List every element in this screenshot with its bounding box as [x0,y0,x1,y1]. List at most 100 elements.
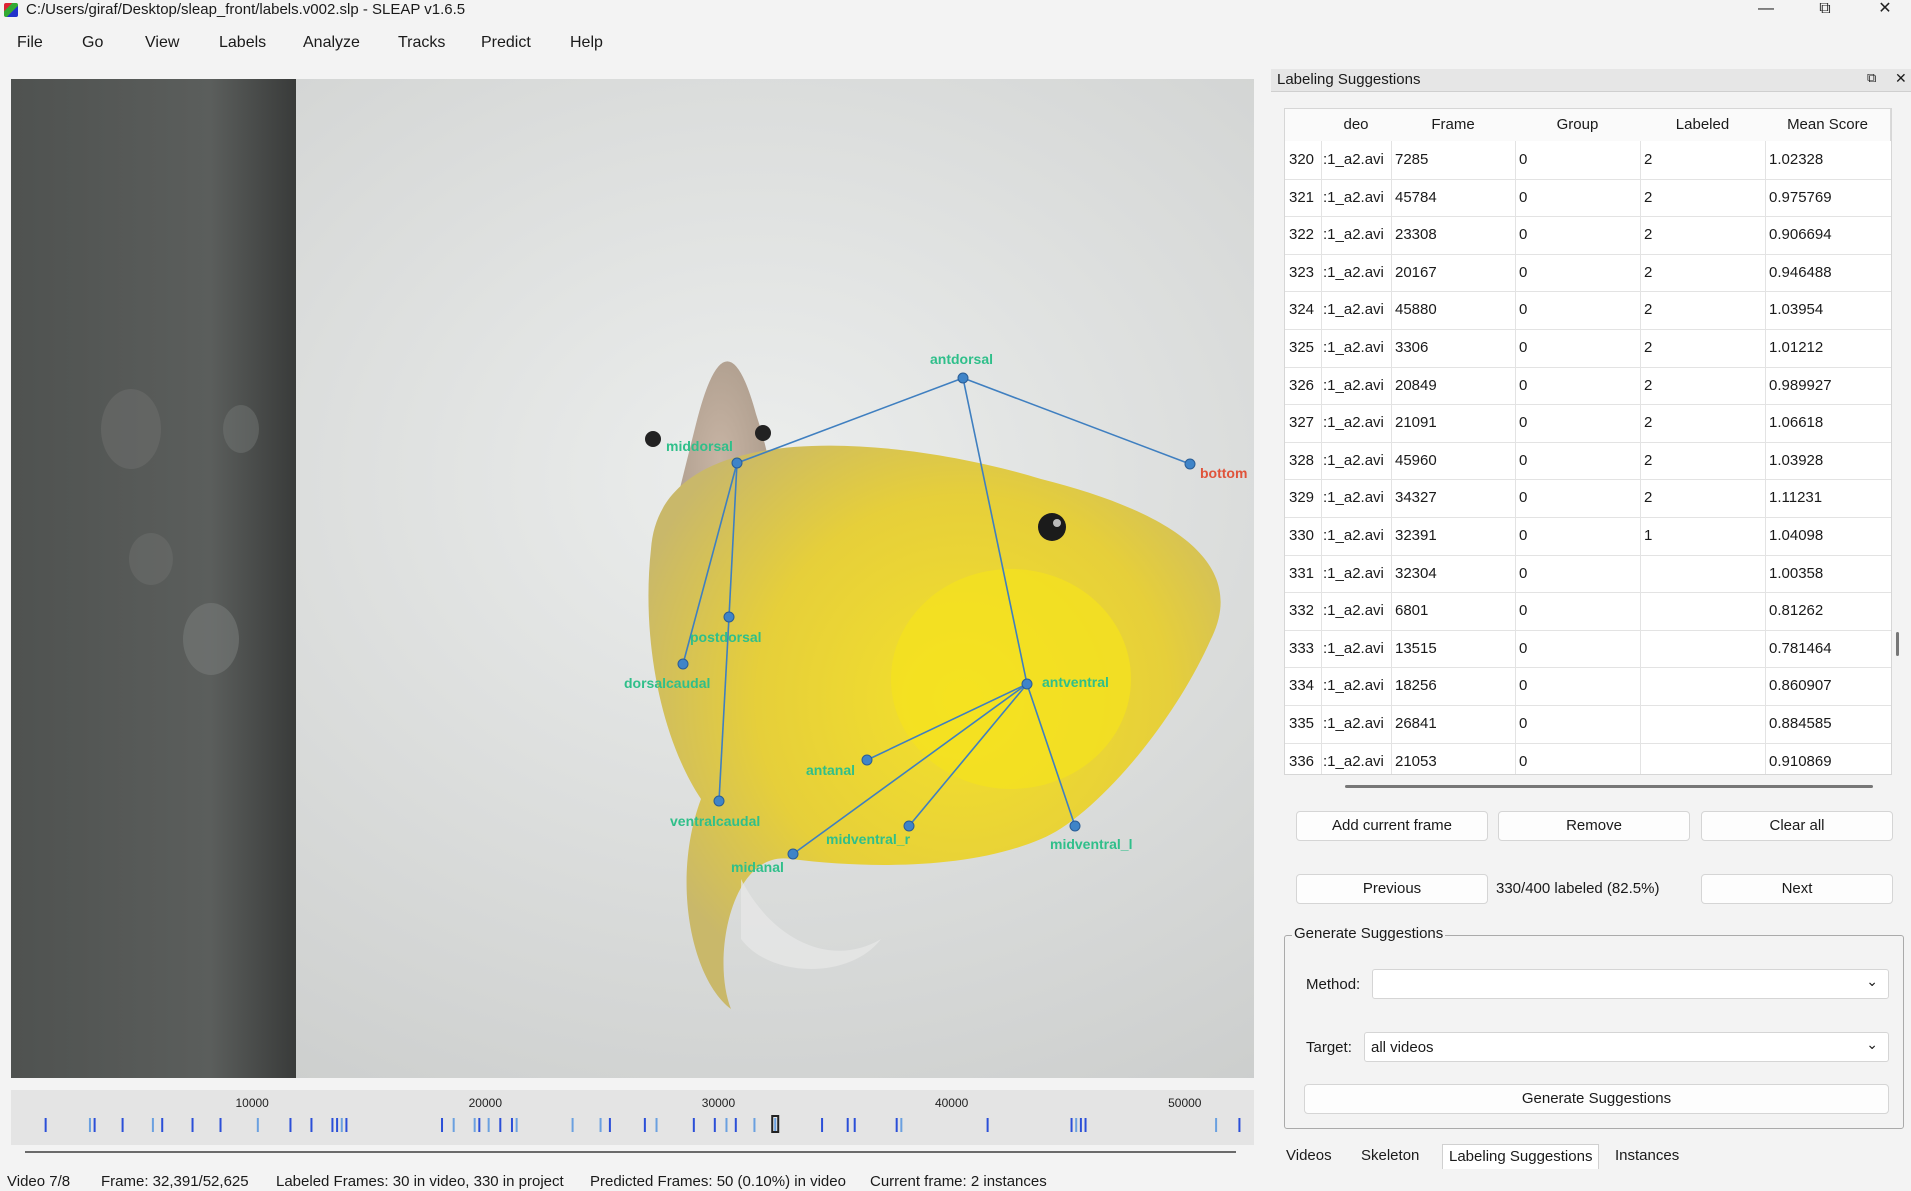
table-horizontal-scrollbar[interactable] [1345,785,1873,788]
generate-suggestions-button[interactable]: Generate Suggestions [1304,1084,1889,1114]
clear-all-button[interactable]: Clear all [1701,811,1893,841]
menu-predict[interactable]: Predict [481,34,531,52]
column-header-frame[interactable]: Frame [1391,109,1516,141]
table-row[interactable]: 331:1_a2.avi 32304 0 1.00358 [1285,554,1891,594]
table-row[interactable]: 336:1_a2.avi 21053 0 0.910869 [1285,742,1891,774]
skeleton-node-bottom[interactable] [1184,458,1196,470]
table-row[interactable]: 332:1_a2.avi 6801 0 0.81262 [1285,592,1891,631]
timeline-frame-mark[interactable] [88,1118,91,1132]
column-header-mean-score[interactable]: Mean Score [1765,109,1891,141]
suggestions-table[interactable]: deo Frame Group Labeled Mean Score 320:1… [1284,108,1892,775]
table-row[interactable]: 330:1_a2.avi 32391 0 1 1.04098 [1285,517,1891,556]
skeleton-node-midventral_r[interactable] [903,820,915,832]
timeline-frame-mark[interactable] [853,1118,856,1132]
timeline-frame-mark[interactable] [499,1118,502,1132]
table-row[interactable]: 335:1_a2.avi 26841 0 0.884585 [1285,705,1891,744]
menu-tracks[interactable]: Tracks [398,34,445,52]
maximize-icon[interactable]: ⧉ [1802,0,1848,20]
float-icon[interactable]: ⧉ [1867,70,1876,86]
menu-file[interactable]: File [17,34,43,52]
menu-help[interactable]: Help [570,34,603,52]
tab-videos[interactable]: Videos [1280,1144,1338,1168]
table-row[interactable]: 333:1_a2.avi 13515 0 0.781464 [1285,629,1891,669]
timeline-frame-mark[interactable] [161,1118,164,1132]
timeline-frame-mark[interactable] [289,1118,292,1132]
skeleton-node-middorsal[interactable] [731,457,743,469]
skeleton-node-midventral_l[interactable] [1069,820,1081,832]
timeline[interactable]: 10000 20000 30000 40000 50000 [11,1090,1254,1145]
timeline-frame-mark[interactable] [121,1118,124,1132]
timeline-frame-mark[interactable] [599,1118,602,1132]
table-row[interactable]: 334:1_a2.avi 18256 0 0.860907 [1285,667,1891,706]
timeline-frame-mark[interactable] [734,1118,737,1132]
timeline-frame-mark[interactable] [1215,1118,1218,1132]
skeleton-node-midanal[interactable] [787,848,799,860]
timeline-frame-mark[interactable] [821,1118,824,1132]
timeline-frame-mark[interactable] [846,1118,849,1132]
timeline-frame-mark[interactable] [191,1118,194,1132]
dock-close-icon[interactable]: ✕ [1895,70,1907,87]
column-header-video[interactable]: deo [1321,109,1392,141]
timeline-frame-mark[interactable] [1070,1118,1073,1132]
timeline-frame-mark[interactable] [256,1118,259,1132]
timeline-frame-mark[interactable] [1084,1118,1087,1132]
skeleton-node-ventralcaudal[interactable] [713,795,725,807]
timeline-frame-mark[interactable] [774,1118,777,1132]
timeline-frame-mark[interactable] [692,1118,695,1132]
remove-button[interactable]: Remove [1498,811,1690,841]
timeline-frame-mark[interactable] [1079,1118,1082,1132]
timeline-frame-mark[interactable] [345,1118,348,1132]
timeline-frame-mark[interactable] [336,1118,339,1132]
tab-skeleton[interactable]: Skeleton [1355,1144,1425,1168]
skeleton-node-postdorsal[interactable] [723,611,735,623]
timeline-frame-mark[interactable] [515,1118,518,1132]
table-row[interactable]: 328:1_a2.avi 45960 0 2 1.03928 [1285,441,1891,481]
timeline-frame-mark[interactable] [310,1118,313,1132]
timeline-frame-mark[interactable] [713,1118,716,1132]
minimize-icon[interactable]: — [1743,0,1789,20]
timeline-frame-mark[interactable] [93,1118,96,1132]
table-vertical-scrollbar[interactable] [1896,632,1899,656]
timeline-frame-mark[interactable] [895,1118,898,1132]
timeline-frame-mark[interactable] [753,1118,756,1132]
menu-go[interactable]: Go [82,34,103,52]
timeline-frame-mark[interactable] [510,1118,513,1132]
timeline-frame-mark[interactable] [487,1118,490,1132]
next-button[interactable]: Next [1701,874,1893,904]
timeline-frame-mark[interactable] [151,1118,154,1132]
table-row[interactable]: 327:1_a2.avi 21091 0 2 1.06618 [1285,404,1891,443]
timeline-frame-mark[interactable] [900,1118,903,1132]
seek-bar[interactable] [25,1151,1236,1153]
timeline-frame-mark[interactable] [478,1118,481,1132]
timeline-frame-mark[interactable] [571,1118,574,1132]
column-header-labeled[interactable]: Labeled [1640,109,1766,141]
skeleton-node-dorsalcaudal[interactable] [677,658,689,670]
timeline-canvas[interactable]: 10000 20000 30000 40000 50000 [11,1090,1254,1145]
timeline-frame-mark[interactable] [441,1118,444,1132]
skeleton-node-antdorsal[interactable] [957,372,969,384]
timeline-frame-mark[interactable] [655,1118,658,1132]
table-row[interactable]: 320:1_a2.avi 7285 0 2 1.02328 [1285,141,1891,180]
timeline-frame-mark[interactable] [986,1118,989,1132]
table-row[interactable]: 323:1_a2.avi 20167 0 2 0.946488 [1285,253,1891,293]
skeleton-node-antventral[interactable] [1021,678,1033,690]
timeline-frame-mark[interactable] [608,1118,611,1132]
method-select[interactable]: ⌄ [1372,969,1889,999]
video-frame[interactable]: antdorsal middorsal bottom postdorsal dorsal… [11,79,1254,1078]
timeline-frame-mark[interactable] [473,1118,476,1132]
table-row[interactable]: 322:1_a2.avi 23308 0 2 0.906694 [1285,216,1891,255]
previous-button[interactable]: Previous [1296,874,1488,904]
menu-analyze[interactable]: Analyze [303,34,360,52]
timeline-frame-mark[interactable] [643,1118,646,1132]
close-window-icon[interactable]: ✕ [1862,0,1908,20]
table-row[interactable]: 324:1_a2.avi 45880 0 2 1.03954 [1285,291,1891,330]
timeline-frame-mark[interactable] [1075,1118,1078,1132]
skeleton-node-antanal[interactable] [861,754,873,766]
video-canvas[interactable]: antdorsal middorsal bottom postdorsal dorsal… [11,79,1254,1078]
table-row[interactable]: 321:1_a2.avi 45784 0 2 0.975769 [1285,178,1891,218]
menu-labels[interactable]: Labels [219,34,266,52]
target-select[interactable]: all videos ⌄ [1364,1032,1889,1062]
table-row[interactable]: 325:1_a2.avi 3306 0 2 1.01212 [1285,329,1891,368]
timeline-frame-mark[interactable] [452,1118,455,1132]
menu-view[interactable]: View [145,34,179,52]
